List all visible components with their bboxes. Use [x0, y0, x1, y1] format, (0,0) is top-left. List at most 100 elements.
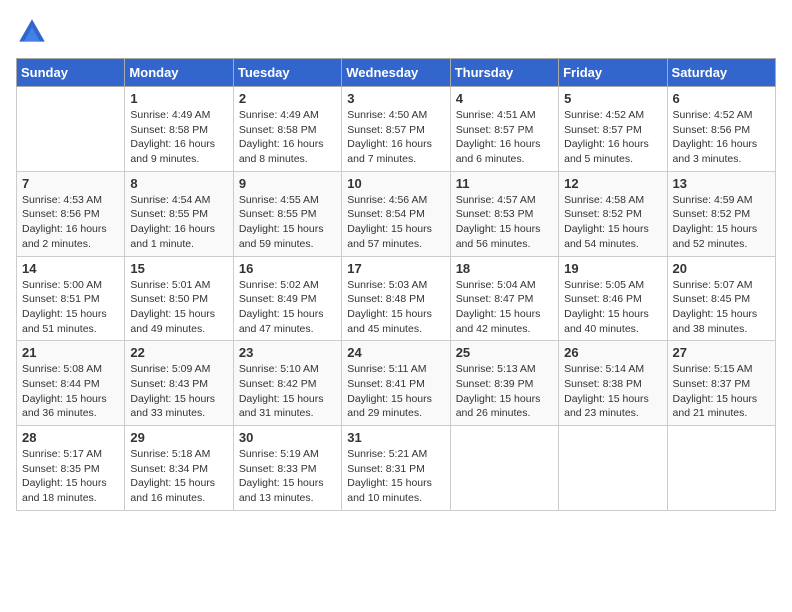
day-info: Sunrise: 4:49 AM Sunset: 8:58 PM Dayligh… [239, 108, 336, 167]
day-info: Sunrise: 4:53 AM Sunset: 8:56 PM Dayligh… [22, 193, 119, 252]
day-info: Sunrise: 5:02 AM Sunset: 8:49 PM Dayligh… [239, 278, 336, 337]
day-info: Sunrise: 5:15 AM Sunset: 8:37 PM Dayligh… [673, 362, 770, 421]
calendar-cell: 27 Sunrise: 5:15 AM Sunset: 8:37 PM Dayli… [667, 341, 775, 426]
calendar-cell: 29 Sunrise: 5:18 AM Sunset: 8:34 PM Dayli… [125, 426, 233, 511]
day-info: Sunrise: 4:49 AM Sunset: 8:58 PM Dayligh… [130, 108, 227, 167]
day-number: 4 [456, 91, 553, 106]
calendar-cell: 5 Sunrise: 4:52 AM Sunset: 8:57 PM Daylig… [559, 87, 667, 172]
calendar-header-tuesday: Tuesday [233, 59, 341, 87]
logo-icon [16, 16, 48, 48]
day-number: 23 [239, 345, 336, 360]
day-number: 24 [347, 345, 444, 360]
calendar-cell: 4 Sunrise: 4:51 AM Sunset: 8:57 PM Daylig… [450, 87, 558, 172]
day-info: Sunrise: 5:13 AM Sunset: 8:39 PM Dayligh… [456, 362, 553, 421]
calendar-cell: 31 Sunrise: 5:21 AM Sunset: 8:31 PM Dayli… [342, 426, 450, 511]
day-number: 14 [22, 261, 119, 276]
day-number: 9 [239, 176, 336, 191]
day-info: Sunrise: 4:52 AM Sunset: 8:56 PM Dayligh… [673, 108, 770, 167]
day-info: Sunrise: 5:17 AM Sunset: 8:35 PM Dayligh… [22, 447, 119, 506]
logo [16, 16, 52, 48]
calendar-week-3: 14 Sunrise: 5:00 AM Sunset: 8:51 PM Dayli… [17, 256, 776, 341]
day-number: 5 [564, 91, 661, 106]
day-info: Sunrise: 4:51 AM Sunset: 8:57 PM Dayligh… [456, 108, 553, 167]
calendar-header-thursday: Thursday [450, 59, 558, 87]
calendar-cell: 1 Sunrise: 4:49 AM Sunset: 8:58 PM Daylig… [125, 87, 233, 172]
calendar-header-sunday: Sunday [17, 59, 125, 87]
calendar-cell: 8Sunrise: 4:54 AM Sunset: 8:55 PM Daylig… [125, 171, 233, 256]
page-header [16, 16, 776, 48]
day-info: Sunrise: 5:03 AM Sunset: 8:48 PM Dayligh… [347, 278, 444, 337]
calendar-cell: 17 Sunrise: 5:03 AM Sunset: 8:48 PM Dayli… [342, 256, 450, 341]
day-number: 2 [239, 91, 336, 106]
calendar-week-1: 1 Sunrise: 4:49 AM Sunset: 8:58 PM Daylig… [17, 87, 776, 172]
calendar-cell: 13 Sunrise: 4:59 AM Sunset: 8:52 PM Dayli… [667, 171, 775, 256]
day-number: 22 [130, 345, 227, 360]
day-info: Sunrise: 5:21 AM Sunset: 8:31 PM Dayligh… [347, 447, 444, 506]
calendar-cell: 16 Sunrise: 5:02 AM Sunset: 8:49 PM Dayli… [233, 256, 341, 341]
day-number: 18 [456, 261, 553, 276]
calendar-cell: 2 Sunrise: 4:49 AM Sunset: 8:58 PM Daylig… [233, 87, 341, 172]
day-info: Sunrise: 5:18 AM Sunset: 8:34 PM Dayligh… [130, 447, 227, 506]
day-number: 1 [130, 91, 227, 106]
calendar-cell: 23 Sunrise: 5:10 AM Sunset: 8:42 PM Dayli… [233, 341, 341, 426]
day-info: Sunrise: 5:07 AM Sunset: 8:45 PM Dayligh… [673, 278, 770, 337]
day-info: Sunrise: 4:59 AM Sunset: 8:52 PM Dayligh… [673, 193, 770, 252]
calendar-cell: 14 Sunrise: 5:00 AM Sunset: 8:51 PM Dayli… [17, 256, 125, 341]
day-number: 31 [347, 430, 444, 445]
calendar-table: SundayMondayTuesdayWednesdayThursdayFrid… [16, 58, 776, 511]
calendar-header-saturday: Saturday [667, 59, 775, 87]
day-number: 27 [673, 345, 770, 360]
calendar-week-5: 28 Sunrise: 5:17 AM Sunset: 8:35 PM Dayli… [17, 426, 776, 511]
calendar-header-monday: Monday [125, 59, 233, 87]
day-info: Sunrise: 4:50 AM Sunset: 8:57 PM Dayligh… [347, 108, 444, 167]
day-info: Sunrise: 4:55 AM Sunset: 8:55 PM Dayligh… [239, 193, 336, 252]
calendar-week-2: 7 Sunrise: 4:53 AM Sunset: 8:56 PM Daylig… [17, 171, 776, 256]
day-number: 21 [22, 345, 119, 360]
day-info: Sunrise: 4:58 AM Sunset: 8:52 PM Dayligh… [564, 193, 661, 252]
calendar-cell: 9 Sunrise: 4:55 AM Sunset: 8:55 PM Daylig… [233, 171, 341, 256]
calendar-cell: 20 Sunrise: 5:07 AM Sunset: 8:45 PM Dayli… [667, 256, 775, 341]
day-number: 12 [564, 176, 661, 191]
day-info: Sunrise: 4:56 AM Sunset: 8:54 PM Dayligh… [347, 193, 444, 252]
calendar-cell: 3 Sunrise: 4:50 AM Sunset: 8:57 PM Daylig… [342, 87, 450, 172]
day-number: 15 [130, 261, 227, 276]
day-number: 13 [673, 176, 770, 191]
calendar-header-row: SundayMondayTuesdayWednesdayThursdayFrid… [17, 59, 776, 87]
calendar-cell: 25Sunrise: 5:13 AM Sunset: 8:39 PM Dayli… [450, 341, 558, 426]
day-number: 16 [239, 261, 336, 276]
day-info: Sunrise: 4:52 AM Sunset: 8:57 PM Dayligh… [564, 108, 661, 167]
calendar-header-friday: Friday [559, 59, 667, 87]
day-number: 28 [22, 430, 119, 445]
day-info: Sunrise: 5:08 AM Sunset: 8:44 PM Dayligh… [22, 362, 119, 421]
calendar-cell: 22 Sunrise: 5:09 AM Sunset: 8:43 PM Dayli… [125, 341, 233, 426]
day-number: 3 [347, 91, 444, 106]
day-info: Sunrise: 5:10 AM Sunset: 8:42 PM Dayligh… [239, 362, 336, 421]
day-number: 8 [130, 176, 227, 191]
day-info: Sunrise: 4:57 AM Sunset: 8:53 PM Dayligh… [456, 193, 553, 252]
calendar-cell: 28 Sunrise: 5:17 AM Sunset: 8:35 PM Dayli… [17, 426, 125, 511]
calendar-cell: 24 Sunrise: 5:11 AM Sunset: 8:41 PM Dayli… [342, 341, 450, 426]
day-info: Sunrise: 5:01 AM Sunset: 8:50 PM Dayligh… [130, 278, 227, 337]
day-info: Sunrise: 5:05 AM Sunset: 8:46 PM Dayligh… [564, 278, 661, 337]
calendar-cell: 6Sunrise: 4:52 AM Sunset: 8:56 PM Daylig… [667, 87, 775, 172]
day-info: Sunrise: 5:00 AM Sunset: 8:51 PM Dayligh… [22, 278, 119, 337]
day-number: 11 [456, 176, 553, 191]
day-number: 30 [239, 430, 336, 445]
calendar-cell: 21 Sunrise: 5:08 AM Sunset: 8:44 PM Dayli… [17, 341, 125, 426]
day-info: Sunrise: 5:19 AM Sunset: 8:33 PM Dayligh… [239, 447, 336, 506]
day-info: Sunrise: 5:11 AM Sunset: 8:41 PM Dayligh… [347, 362, 444, 421]
calendar-header-wednesday: Wednesday [342, 59, 450, 87]
day-number: 20 [673, 261, 770, 276]
day-number: 26 [564, 345, 661, 360]
day-number: 7 [22, 176, 119, 191]
calendar-cell: 18Sunrise: 5:04 AM Sunset: 8:47 PM Dayli… [450, 256, 558, 341]
calendar-week-4: 21 Sunrise: 5:08 AM Sunset: 8:44 PM Dayli… [17, 341, 776, 426]
calendar-cell: 19Sunrise: 5:05 AM Sunset: 8:46 PM Dayli… [559, 256, 667, 341]
day-number: 29 [130, 430, 227, 445]
calendar-cell: 26Sunrise: 5:14 AM Sunset: 8:38 PM Dayli… [559, 341, 667, 426]
day-number: 17 [347, 261, 444, 276]
calendar-cell: 11 Sunrise: 4:57 AM Sunset: 8:53 PM Dayli… [450, 171, 558, 256]
day-info: Sunrise: 5:09 AM Sunset: 8:43 PM Dayligh… [130, 362, 227, 421]
calendar-cell [450, 426, 558, 511]
calendar-cell: 15 Sunrise: 5:01 AM Sunset: 8:50 PM Dayli… [125, 256, 233, 341]
